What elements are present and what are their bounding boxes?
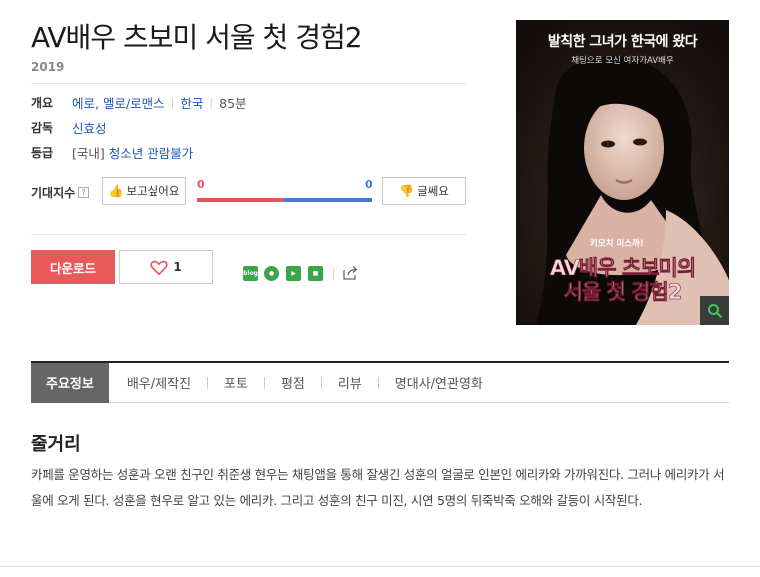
country-link[interactable]: 한국 (180, 93, 203, 112)
poster-title-line2: 서울 첫 경험2 (563, 280, 682, 305)
tab-main-info[interactable]: 주요정보 (31, 362, 109, 403)
like-button[interactable]: 1 (119, 250, 213, 284)
thumbs-down-icon: 👎 (399, 184, 415, 198)
rating-label: 등급 (31, 146, 54, 160)
movie-poster[interactable]: 발칙한 그녀가 한국에 왔다 채팅으로 모신 여자가AV배우 키모치 미스까! … (516, 20, 729, 325)
overview-label: 개요 (31, 96, 54, 110)
want-to-see-label: 보고싶어요 (126, 184, 180, 198)
expectation-label: 기대지수 (31, 186, 76, 200)
movie-title: AV배우 츠보미 서울 첫 경험2 (31, 21, 363, 54)
poster-tagline: 발칙한 그녀가 한국에 왔다 (547, 34, 698, 50)
magnifier-icon (707, 303, 722, 318)
band-share-icon[interactable]: ■ (308, 266, 323, 281)
release-year: 2019 (31, 60, 65, 74)
overview-row: 개요 에로, 멜로/로맨스 | 한국 | 85분 (31, 93, 247, 112)
like-count: 1 (173, 260, 182, 274)
tab-photo[interactable]: 포토 (208, 373, 264, 392)
talk-share-icon[interactable]: ● (264, 266, 279, 281)
runtime: 85분 (219, 96, 247, 111)
story-share-icon[interactable]: ▶ (286, 266, 301, 281)
poster-small-text: 키모치 미스까! (590, 239, 644, 249)
want-count: 0 (197, 178, 205, 191)
rating-row: 등급 [국내] 청소년 관람불가 (31, 143, 193, 162)
blog-share-icon[interactable]: blog (243, 266, 258, 281)
divider (31, 234, 466, 235)
director-label: 감독 (31, 121, 54, 135)
separator (333, 267, 334, 280)
poster-subtagline: 채팅으로 모신 여자가AV배우 (571, 56, 674, 66)
tab-review[interactable]: 리뷰 (322, 373, 378, 392)
tab-bar: 주요정보 배우/제작진 포토 평점 리뷰 명대사/연관영화 (31, 361, 729, 403)
thumbs-up-icon: 👍 (108, 184, 124, 198)
tab-quotes-related[interactable]: 명대사/연관영화 (379, 373, 499, 392)
rating-prefix: [국내] (72, 146, 105, 161)
genre-link[interactable]: 에로, 멜로/로맨스 (72, 93, 165, 112)
rating-link[interactable]: 청소년 관람불가 (109, 143, 193, 162)
download-button[interactable]: 다운로드 (31, 250, 115, 284)
help-icon[interactable]: ? (78, 187, 90, 198)
tab-rating[interactable]: 평점 (265, 373, 321, 392)
want-bar (197, 198, 284, 202)
want-to-see-button[interactable]: 👍 보고싶어요 (102, 177, 186, 205)
synopsis-text: 카페를 운영하는 성훈과 오랜 친구인 취준생 현우는 채팅앱을 통해 잘생긴 … (31, 467, 725, 508)
expectation-label-group: 기대지수 ? (31, 184, 90, 201)
separator: | (209, 96, 214, 109)
not-interested-label: 글쎄요 (417, 184, 449, 198)
director-link[interactable]: 신효성 (72, 118, 107, 137)
heart-icon (150, 260, 168, 275)
nope-count: 0 (365, 178, 373, 191)
divider (0, 566, 760, 567)
divider (31, 83, 466, 84)
director-row: 감독 신효성 (31, 118, 107, 137)
nope-bar (284, 198, 372, 202)
separator: | (170, 96, 175, 109)
share-icon[interactable] (342, 265, 359, 281)
tab-cast-crew[interactable]: 배우/제작진 (111, 373, 207, 392)
not-interested-button[interactable]: 👎 글쎄요 (382, 177, 466, 205)
zoom-button[interactable] (700, 296, 729, 325)
synopsis-heading: 줄거리 (31, 434, 81, 455)
